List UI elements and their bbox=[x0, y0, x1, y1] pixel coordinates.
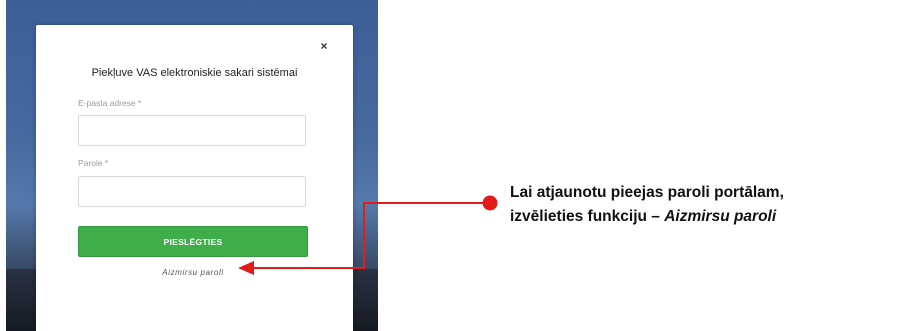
annotation-text: Lai atjaunotu pieejas paroli portālam, i… bbox=[510, 181, 895, 229]
annotation-line1: Lai atjaunotu pieejas paroli portālam, bbox=[510, 184, 784, 201]
pointer-line bbox=[252, 202, 490, 269]
arrowhead-icon bbox=[238, 261, 254, 275]
annotation-line2: izvēlieties funkciju – Aizmirsu paroli bbox=[510, 205, 895, 229]
annotation-line2-emphasis: Aizmirsu paroli bbox=[664, 208, 777, 225]
annotation-line2-prefix: izvēlieties funkciju – bbox=[510, 208, 665, 225]
annotation-pointer bbox=[238, 195, 498, 275]
pointer-dot-icon bbox=[482, 195, 498, 211]
